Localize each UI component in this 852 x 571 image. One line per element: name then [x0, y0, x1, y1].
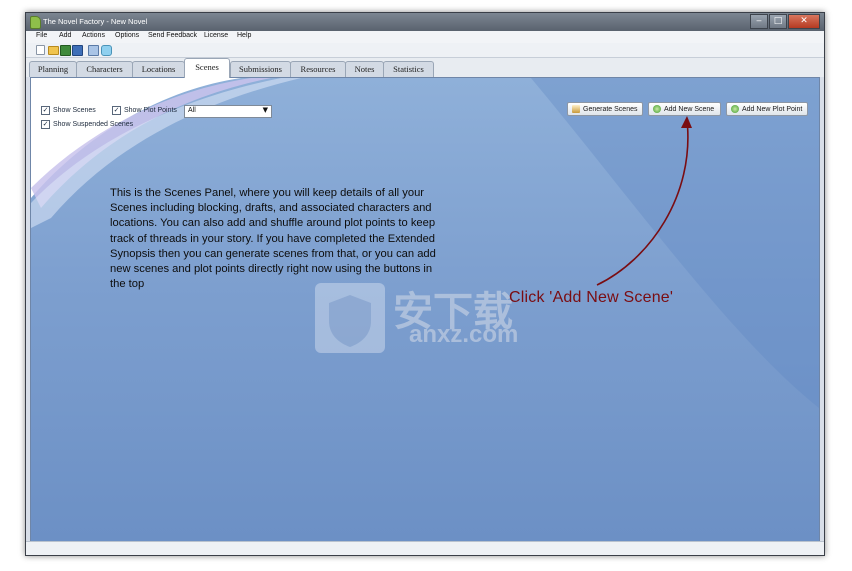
open-folder-icon[interactable]	[48, 46, 59, 55]
menu-actions[interactable]: Actions	[82, 32, 105, 39]
app-logo-icon	[30, 16, 41, 29]
menu-send-feedback[interactable]: Send Feedback	[148, 32, 197, 39]
menu-file[interactable]: File	[36, 32, 47, 39]
maximize-button[interactable]: □	[769, 14, 787, 29]
comment-icon[interactable]	[101, 45, 112, 56]
status-bar	[26, 541, 824, 555]
annotation-callout: Click 'Add New Scene'	[509, 289, 674, 306]
tab-resources[interactable]: Resources	[290, 61, 346, 77]
toolbar	[26, 43, 824, 58]
menu-help[interactable]: Help	[237, 32, 251, 39]
save-all-icon[interactable]	[72, 45, 83, 56]
new-file-icon[interactable]	[36, 45, 45, 55]
tab-scenes[interactable]: Scenes	[184, 58, 230, 78]
tab-statistics[interactable]: Statistics	[383, 61, 434, 77]
scenes-panel: ✓ Show Scenes ✓ Show Plot Points ✓ Show …	[30, 77, 820, 542]
tab-locations[interactable]: Locations	[132, 61, 185, 77]
watermark-subtext: anxz.com	[409, 321, 519, 348]
menu-add[interactable]: Add	[59, 32, 71, 39]
title-bar[interactable]: The Novel Factory - New Novel ‒ □ ✕	[26, 13, 824, 31]
tab-strip: Planning Characters Locations Scenes Sub…	[26, 58, 824, 78]
shield-icon	[315, 283, 385, 353]
tab-submissions[interactable]: Submissions	[230, 61, 291, 77]
minimize-button[interactable]: ‒	[750, 14, 768, 29]
menu-options[interactable]: Options	[115, 32, 139, 39]
print-icon[interactable]	[88, 45, 99, 56]
save-icon[interactable]	[60, 45, 71, 56]
tab-characters[interactable]: Characters	[76, 61, 133, 77]
menu-license[interactable]: License	[204, 32, 228, 39]
menu-bar: File Add Actions Options Send Feedback L…	[26, 31, 824, 43]
app-window: The Novel Factory - New Novel ‒ □ ✕ File…	[25, 12, 825, 556]
tab-planning[interactable]: Planning	[29, 61, 77, 77]
close-button[interactable]: ✕	[788, 14, 820, 29]
tab-notes[interactable]: Notes	[345, 61, 384, 77]
window-title: The Novel Factory - New Novel	[43, 17, 148, 26]
